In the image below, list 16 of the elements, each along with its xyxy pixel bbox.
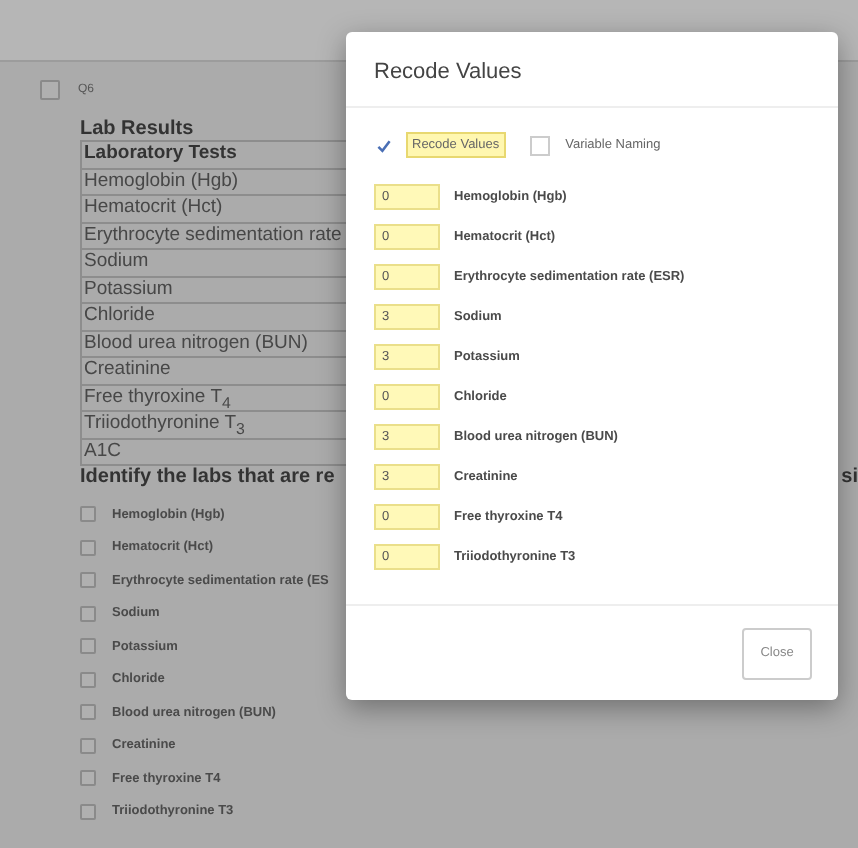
option-checkbox[interactable] <box>80 638 96 655</box>
option-checkbox[interactable] <box>80 506 96 523</box>
option-checkbox[interactable] <box>80 572 96 589</box>
option-checkbox[interactable] <box>80 539 96 556</box>
toggle-checkbox[interactable] <box>529 135 550 155</box>
option-checkbox[interactable] <box>80 803 96 820</box>
option-checkbox[interactable] <box>80 770 96 787</box>
question-checkbox[interactable] <box>40 80 60 100</box>
question-prompt: Identify the labs that are re <box>80 466 335 488</box>
option-checkbox[interactable] <box>80 605 96 622</box>
table-title: Lab Results <box>80 118 196 140</box>
option-checkbox[interactable] <box>80 704 96 721</box>
option-checkbox[interactable] <box>80 671 96 688</box>
dialog-title: Recode Values <box>346 32 838 108</box>
option-checkbox[interactable] <box>80 737 96 754</box>
question-prompt-fragment: si <box>841 466 858 488</box>
